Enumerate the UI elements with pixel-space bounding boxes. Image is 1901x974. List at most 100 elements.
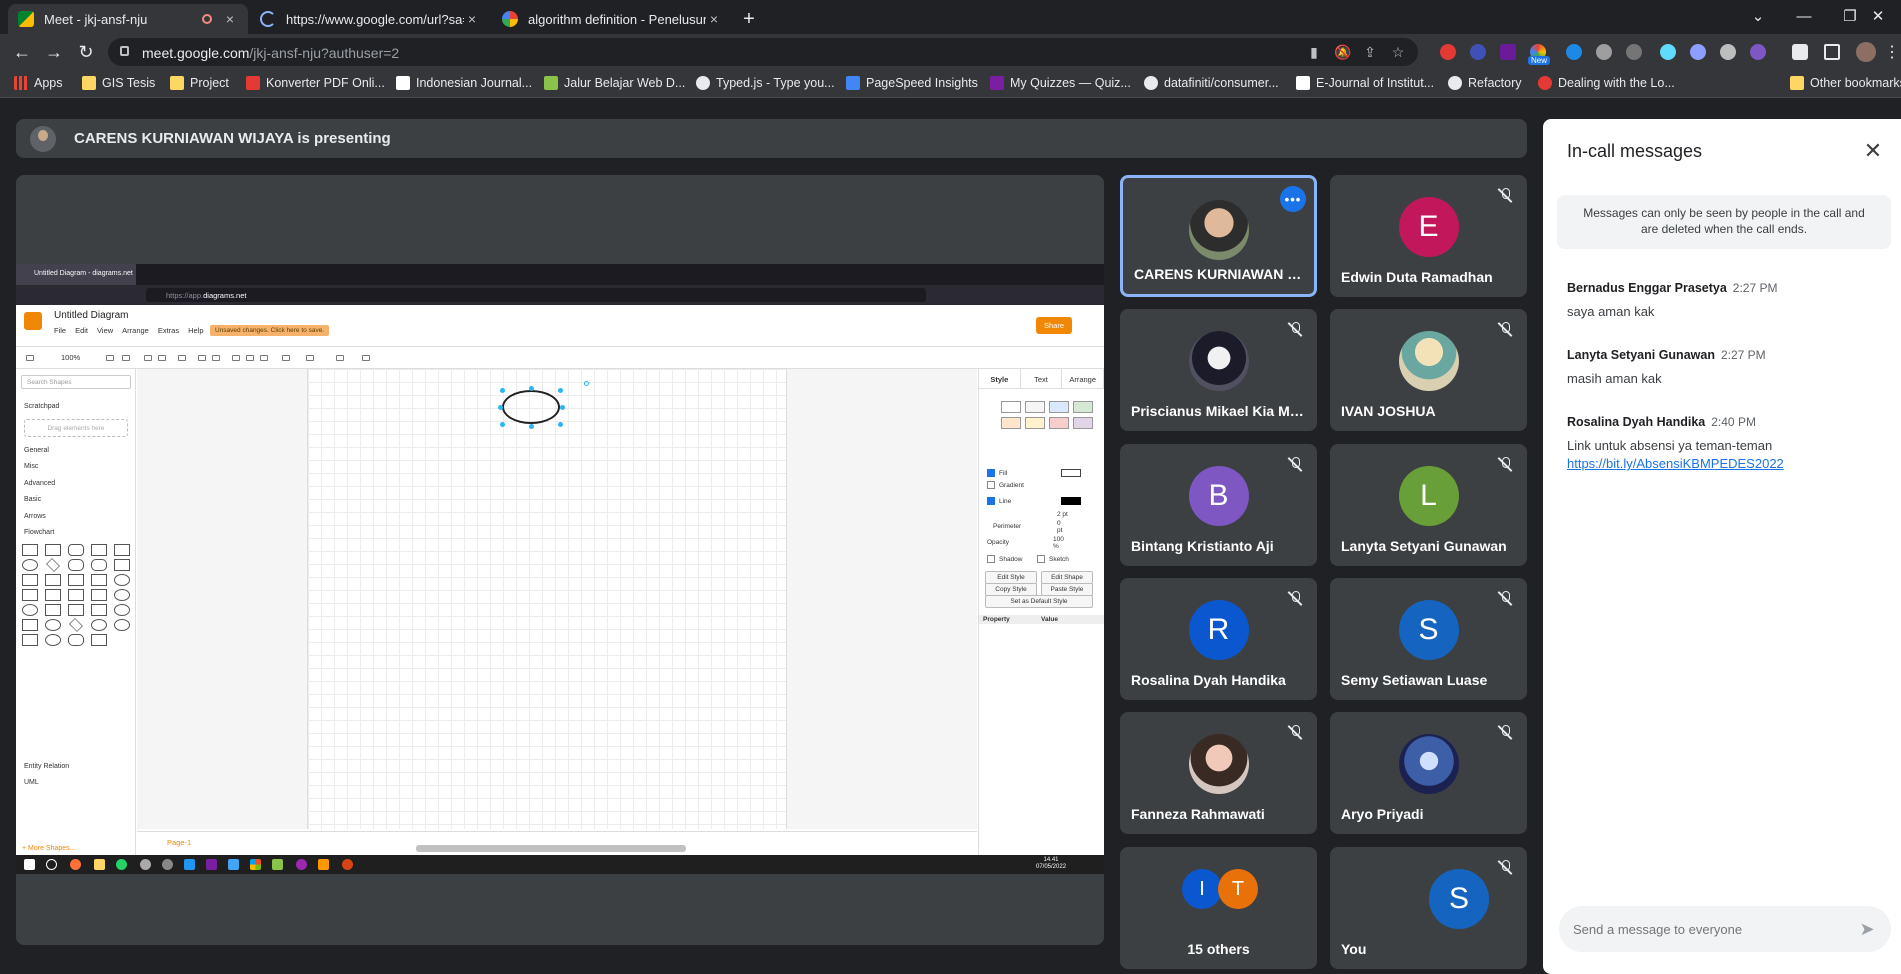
tab-google-url[interactable]: https://www.google.com/url?sa= × — [250, 4, 490, 34]
drawio-share-button: Share — [1036, 317, 1073, 334]
selection-handle — [498, 405, 503, 410]
selection-handle — [500, 422, 505, 427]
bookmark-typedjs[interactable]: Typed.js - Type you... — [696, 76, 835, 90]
close-icon[interactable]: ✕ — [1859, 137, 1887, 165]
extension-gear-icon[interactable] — [1596, 44, 1612, 60]
participant-tile-rosalina[interactable]: R Rosalina Dyah Handika — [1120, 578, 1317, 700]
extension-globe-icon[interactable] — [1720, 44, 1736, 60]
participant-photo — [1188, 734, 1249, 794]
tab-meet[interactable]: Meet - jkj-ansf-nju × — [8, 4, 248, 34]
close-tab-icon[interactable]: × — [222, 11, 238, 27]
chrome-menu-icon[interactable]: ⋮ — [1884, 42, 1900, 62]
bookmark-jalur-belajar[interactable]: Jalur Belajar Web D... — [544, 76, 685, 90]
meet-favicon-icon — [18, 11, 34, 27]
line-row: Line — [987, 497, 1081, 505]
mic-off-icon — [1287, 724, 1303, 740]
shared-screen: Untitled Diagram - diagrams.net https://… — [16, 264, 1104, 874]
notifications-blocked-icon[interactable]: 🔕 — [1334, 44, 1351, 60]
share-icon[interactable]: ⇪ — [1362, 44, 1378, 60]
chat-message: Bernadus Enggar Prasetya 2:27 PM saya ama… — [1567, 279, 1887, 321]
mic-off-icon — [1287, 321, 1303, 337]
scratchpad-section: Scratchpad — [24, 403, 60, 410]
bookmark-refactory[interactable]: Refactory — [1448, 76, 1522, 90]
camera-icon[interactable]: ▮ — [1306, 44, 1322, 60]
firefox-icon — [70, 859, 81, 870]
participant-tile-aryo[interactable]: Aryo Priyadi — [1330, 712, 1527, 834]
participant-tile-lanyta[interactable]: L Lanyta Setyani Gunawan — [1330, 444, 1527, 566]
more-options-icon[interactable]: ••• — [1280, 186, 1306, 212]
pkp-icon — [396, 76, 410, 90]
github-icon — [1144, 76, 1158, 90]
new-tab-button[interactable]: + — [734, 4, 764, 34]
send-icon[interactable]: ➤ — [1857, 919, 1877, 939]
bookmark-konverter[interactable]: Konverter PDF Onli... — [246, 76, 385, 90]
close-tab-icon[interactable]: × — [464, 11, 480, 27]
participant-tile-fanneza[interactable]: Fanneza Rahmawati — [1120, 712, 1317, 834]
bookmark-project[interactable]: Project — [170, 76, 229, 90]
extension-purple-icon[interactable] — [1500, 44, 1516, 60]
tab-title: Meet - jkj-ansf-nju — [44, 11, 148, 27]
bookmark-apps[interactable]: Apps — [14, 76, 63, 90]
participant-name: Fanneza Rahmawati — [1131, 806, 1265, 822]
message-link[interactable]: https://bit.ly/AbsensiKBMPEDES2022 — [1567, 456, 1784, 471]
presentation-stage[interactable]: Untitled Diagram - diagrams.net https://… — [16, 175, 1104, 945]
panel-title: In-call messages — [1567, 141, 1703, 161]
section-flowchart: Flowchart — [24, 529, 55, 536]
extension-eye-icon[interactable] — [1566, 44, 1582, 60]
participant-tile-bintang[interactable]: B Bintang Kristianto Aji — [1120, 444, 1317, 566]
participant-tile-you[interactable]: S You — [1330, 847, 1527, 969]
bookmark-indonesian-journal[interactable]: Indonesian Journal... — [396, 76, 532, 90]
extensions-puzzle-icon[interactable] — [1792, 44, 1808, 60]
extension-code-icon[interactable] — [1750, 44, 1766, 60]
menu-edit: Edit — [75, 326, 89, 335]
format-tabs: Style Text Arrange — [979, 369, 1104, 389]
mic-off-icon — [1497, 724, 1513, 740]
participant-tile-ivan[interactable]: IVAN JOSHUA — [1330, 309, 1527, 431]
bookmark-ejournal[interactable]: E-Journal of Institut... — [1296, 76, 1434, 90]
chat-input-box[interactable]: ➤ — [1559, 906, 1891, 952]
extension-react-icon[interactable] — [1660, 44, 1676, 60]
apps-grid-icon — [14, 76, 28, 90]
message-sender: Lanyta Setyani Gunawan — [1567, 348, 1715, 362]
forward-icon[interactable]: → — [42, 40, 66, 64]
participant-tile-carens[interactable]: ••• CARENS KURNIAWAN W... — [1120, 175, 1317, 297]
diagram-canvas — [137, 369, 977, 829]
explorer-icon — [94, 859, 105, 870]
reload-icon[interactable]: ↻ — [74, 40, 98, 64]
extension-red-icon[interactable] — [1440, 44, 1456, 60]
tab-title: https://www.google.com/url?sa= — [286, 11, 464, 27]
bookmark-pagespeed[interactable]: PageSpeed Insights — [846, 76, 978, 90]
participant-tile-edwin[interactable]: E Edwin Duta Ramadhan — [1330, 175, 1527, 297]
bookmark-star-icon[interactable]: ☆ — [1390, 44, 1406, 60]
taskbar-clock: 14.41 07/05/2022 — [1036, 857, 1067, 870]
shadow-icon — [260, 355, 268, 361]
tab-search-icon[interactable]: ⌄ — [1735, 0, 1781, 32]
close-tab-icon[interactable]: × — [706, 11, 722, 27]
browser-tab-strip: Meet - jkj-ansf-nju × https://www.google… — [0, 0, 1901, 34]
extension-settings-icon[interactable] — [1690, 44, 1706, 60]
extension-pen-icon[interactable] — [1626, 44, 1642, 60]
side-panel-icon[interactable] — [1824, 44, 1840, 60]
message-time: 2:27 PM — [1732, 281, 1778, 295]
participant-tile-others[interactable]: I T 15 others — [1120, 847, 1317, 969]
close-window-icon[interactable]: ✕ — [1855, 0, 1901, 32]
bookmark-datafiniti[interactable]: datafiniti/consumer... — [1144, 76, 1279, 90]
minimize-icon[interactable]: — — [1781, 0, 1827, 32]
format-tab-arrange: Arrange — [1062, 369, 1104, 388]
bookmark-gis-tesis[interactable]: GIS Tesis — [82, 76, 155, 90]
profile-avatar[interactable] — [1856, 42, 1876, 62]
bookmark-dealing[interactable]: Dealing with the Lo... — [1538, 76, 1675, 90]
tab-title: algorithm definition - Penelusura — [528, 11, 706, 27]
others-avatar: T — [1218, 869, 1258, 909]
extension-blue-icon[interactable] — [1470, 44, 1486, 60]
participant-tile-priscianus[interactable]: Priscianus Mikael Kia Ma... — [1120, 309, 1317, 431]
message-input[interactable] — [1573, 918, 1833, 940]
participant-tile-semy[interactable]: S Semy Setiawan Luase — [1330, 578, 1527, 700]
drawio-menu: File Edit View Arrange Extras Help — [54, 326, 204, 335]
back-icon[interactable]: ← — [10, 40, 34, 64]
bookmark-quizzes[interactable]: My Quizzes — Quiz... — [990, 76, 1131, 90]
bookmark-other[interactable]: Other bookmarks — [1790, 76, 1901, 90]
address-bar[interactable]: meet.google.com/jkj-ansf-nju?authuser=2 … — [108, 38, 1418, 66]
tab-algorithm-search[interactable]: algorithm definition - Penelusura × — [492, 4, 732, 34]
browser-toolbar: ← → ↻ meet.google.com/jkj-ansf-nju?authu… — [0, 34, 1901, 70]
